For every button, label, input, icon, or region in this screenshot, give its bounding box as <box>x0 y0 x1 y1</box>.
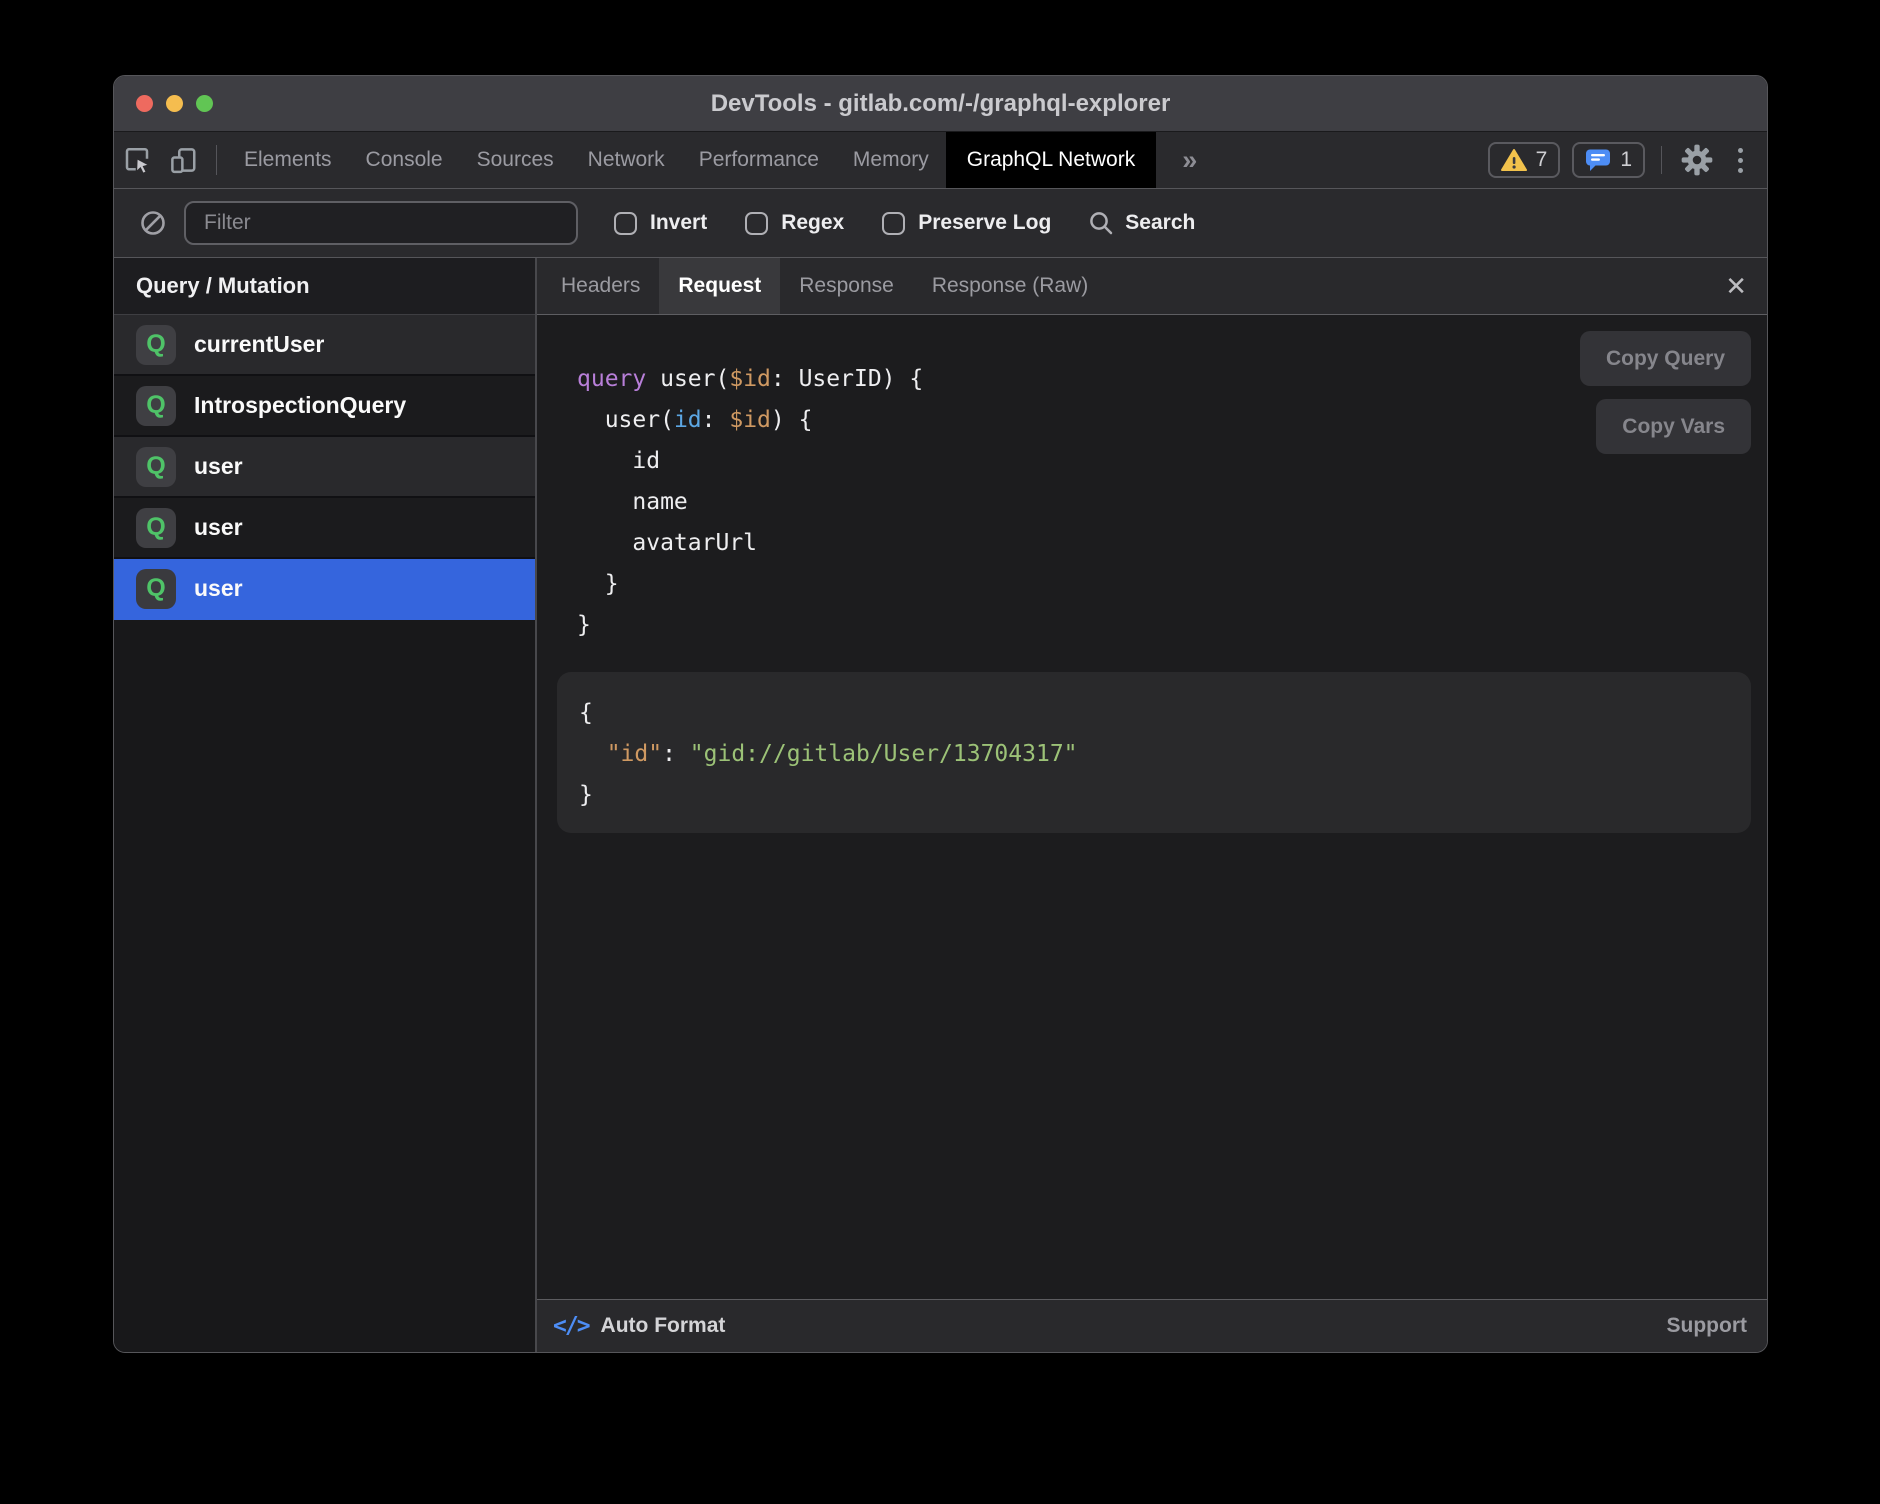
code-line: { <box>579 693 1727 734</box>
request-detail-panel: HeadersRequestResponseResponse (Raw) ✕ q… <box>537 258 1767 1352</box>
toolbar-separator <box>216 145 217 175</box>
issue-count: 1 <box>1620 148 1632 172</box>
title-bar: DevTools - gitlab.com/-/graphql-explorer <box>114 76 1767 132</box>
code-line: } <box>579 775 1727 816</box>
tab-console[interactable]: Console <box>349 132 460 188</box>
detail-tab-strip: HeadersRequestResponseResponse (Raw) <box>542 258 1107 314</box>
filter-checkbox-group: Invert Regex Preserve Log <box>614 211 1051 235</box>
search-label: Search <box>1125 211 1195 235</box>
query-list-item[interactable]: Quser <box>114 498 535 559</box>
main-split: Query / Mutation QcurrentUserQIntrospect… <box>114 258 1767 1352</box>
invert-checkbox-label: Invert <box>650 211 707 235</box>
query-name-label: IntrospectionQuery <box>194 392 406 419</box>
invert-checkbox-box[interactable] <box>614 212 637 235</box>
warning-triangle-icon <box>1501 148 1527 172</box>
detail-tab-response[interactable]: Response <box>780 258 913 314</box>
tab-performance[interactable]: Performance <box>682 132 836 188</box>
query-type-badge: Q <box>136 386 176 426</box>
inspect-cursor-icon <box>122 145 152 175</box>
query-name-label: user <box>194 575 243 602</box>
detail-tab-headers[interactable]: Headers <box>542 258 659 314</box>
detail-tab-bar: HeadersRequestResponseResponse (Raw) ✕ <box>537 258 1767 315</box>
toggle-device-toolbar-button[interactable] <box>160 132 206 188</box>
preserve-log-checkbox[interactable]: Preserve Log <box>882 211 1051 235</box>
warnings-badge[interactable]: 7 <box>1488 142 1561 178</box>
tab-graphql-network[interactable]: GraphQL Network <box>946 132 1156 188</box>
status-bar: </> Auto Format Support <box>537 1299 1767 1352</box>
query-variables-box: { "id": "gid://gitlab/User/13704317"} <box>557 672 1751 833</box>
minimize-window-button[interactable] <box>166 95 183 112</box>
copy-buttons: Copy Query Copy Vars <box>1580 331 1751 454</box>
query-list: QcurrentUserQIntrospectionQueryQuserQuse… <box>114 315 535 620</box>
traffic-lights <box>136 76 213 131</box>
search-toggle[interactable]: Search <box>1087 209 1195 237</box>
query-type-badge: Q <box>136 508 176 548</box>
support-link[interactable]: Support <box>1667 1314 1747 1338</box>
query-list-panel: Query / Mutation QcurrentUserQIntrospect… <box>114 258 537 1352</box>
query-list-item[interactable]: Quser <box>114 559 535 620</box>
toolbar-separator <box>1661 146 1662 174</box>
detail-tab-request[interactable]: Request <box>659 258 780 314</box>
query-list-item[interactable]: Quser <box>114 437 535 498</box>
query-type-badge: Q <box>136 447 176 487</box>
devtools-tab-bar: ElementsConsoleSourcesNetworkPerformance… <box>114 132 1767 189</box>
regex-checkbox[interactable]: Regex <box>745 211 844 235</box>
message-bubble-icon <box>1585 148 1611 172</box>
code-line: name <box>577 482 1767 523</box>
auto-format-toggle[interactable]: </> Auto Format <box>553 1313 725 1339</box>
tab-network[interactable]: Network <box>571 132 682 188</box>
clear-log-icon[interactable] <box>138 208 168 238</box>
auto-format-label: Auto Format <box>601 1314 726 1338</box>
regex-checkbox-box[interactable] <box>745 212 768 235</box>
zoom-window-button[interactable] <box>196 95 213 112</box>
warning-count: 7 <box>1536 148 1548 172</box>
gear-icon <box>1681 144 1713 176</box>
tab-memory[interactable]: Memory <box>836 132 946 188</box>
tab-elements[interactable]: Elements <box>227 132 349 188</box>
device-toolbar-icon <box>168 145 198 175</box>
query-type-badge: Q <box>136 325 176 365</box>
filter-input[interactable] <box>184 201 578 245</box>
code-brackets-icon: </> <box>553 1313 589 1339</box>
detail-tab-response-raw[interactable]: Response (Raw) <box>913 258 1107 314</box>
query-list-header: Query / Mutation <box>114 258 535 315</box>
tab-sources[interactable]: Sources <box>460 132 571 188</box>
close-detail-button[interactable]: ✕ <box>1705 258 1767 314</box>
query-name-label: user <box>194 453 243 480</box>
code-line: } <box>577 605 1767 646</box>
more-tabs-button[interactable]: » <box>1156 132 1223 188</box>
regex-checkbox-label: Regex <box>781 211 844 235</box>
inspect-element-button[interactable] <box>114 132 160 188</box>
preserve-log-checkbox-label: Preserve Log <box>918 211 1051 235</box>
devtools-tab-strip: ElementsConsoleSourcesNetworkPerformance… <box>227 132 1156 188</box>
customize-devtools-button[interactable] <box>1728 148 1753 173</box>
close-window-button[interactable] <box>136 95 153 112</box>
request-tab-content: query user($id: UserID) { user(id: $id) … <box>537 315 1767 1299</box>
query-name-label: currentUser <box>194 331 324 358</box>
query-type-badge: Q <box>136 569 176 609</box>
issues-badge[interactable]: 1 <box>1572 142 1645 178</box>
code-line: } <box>577 564 1767 605</box>
preserve-log-checkbox-box[interactable] <box>882 212 905 235</box>
query-list-item[interactable]: Q IntrospectionQuery <box>114 376 535 437</box>
tab-bar-right-controls: 7 1 <box>1488 132 1767 188</box>
query-name-label: user <box>194 514 243 541</box>
search-icon <box>1087 209 1115 237</box>
code-line: "id": "gid://gitlab/User/13704317" <box>579 734 1727 775</box>
devtools-window: DevTools - gitlab.com/-/graphql-explorer… <box>113 75 1768 1353</box>
code-line: avatarUrl <box>577 523 1767 564</box>
network-filter-bar: Invert Regex Preserve Log Search <box>114 189 1767 258</box>
copy-query-button[interactable]: Copy Query <box>1580 331 1751 386</box>
invert-checkbox[interactable]: Invert <box>614 211 707 235</box>
window-title: DevTools - gitlab.com/-/graphql-explorer <box>711 90 1171 118</box>
query-list-item[interactable]: QcurrentUser <box>114 315 535 376</box>
copy-vars-button[interactable]: Copy Vars <box>1596 399 1751 454</box>
settings-button[interactable] <box>1678 144 1716 176</box>
